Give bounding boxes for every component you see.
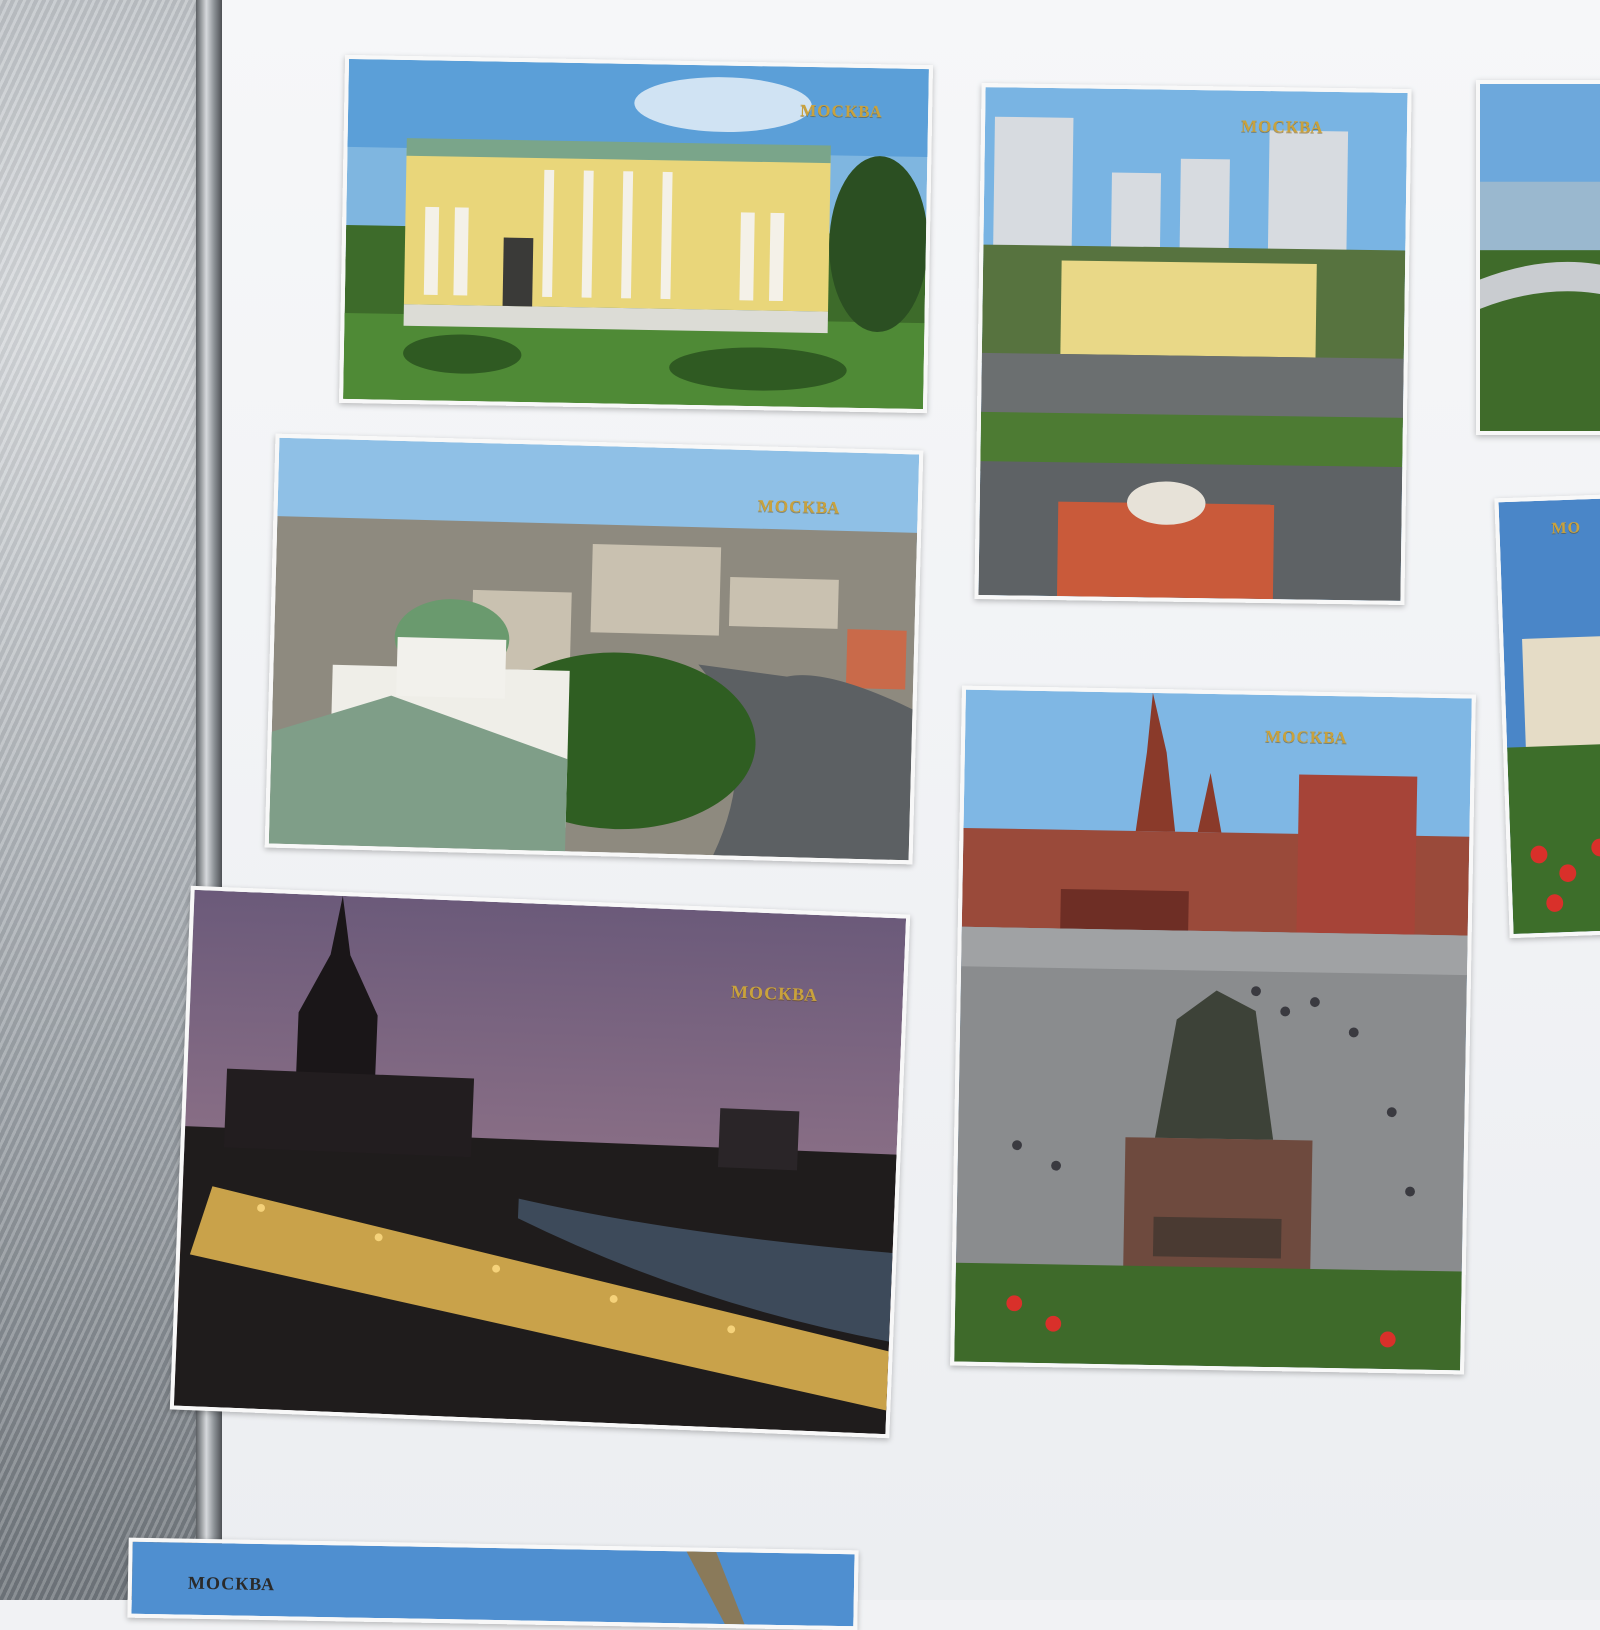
postcard-bottom: МОСКВА (127, 1537, 859, 1630)
postcard-label: МОСКВА (800, 100, 883, 122)
postcard-label: МО (1551, 519, 1582, 538)
postcard-label: МОСКВА (730, 981, 819, 1006)
postcard-church: МОСКВА (264, 433, 924, 865)
postcard-label: МОСКВА (1240, 116, 1324, 137)
postcard-dusk: МОСКВА (169, 885, 911, 1439)
postcard-label: МОСКВА (757, 496, 841, 518)
postcard-mansion: МОСКВА (339, 54, 933, 414)
postcard-red-square: МОСКВА (950, 685, 1476, 1375)
postcard-label: МОСКВА (1264, 726, 1348, 748)
postcard-highrise: МОСКВА (974, 83, 1412, 605)
postcard-label: МОСКВА (187, 1572, 276, 1595)
postcard-tulips: МО (1494, 493, 1600, 939)
postcard-embankment (1476, 80, 1600, 435)
